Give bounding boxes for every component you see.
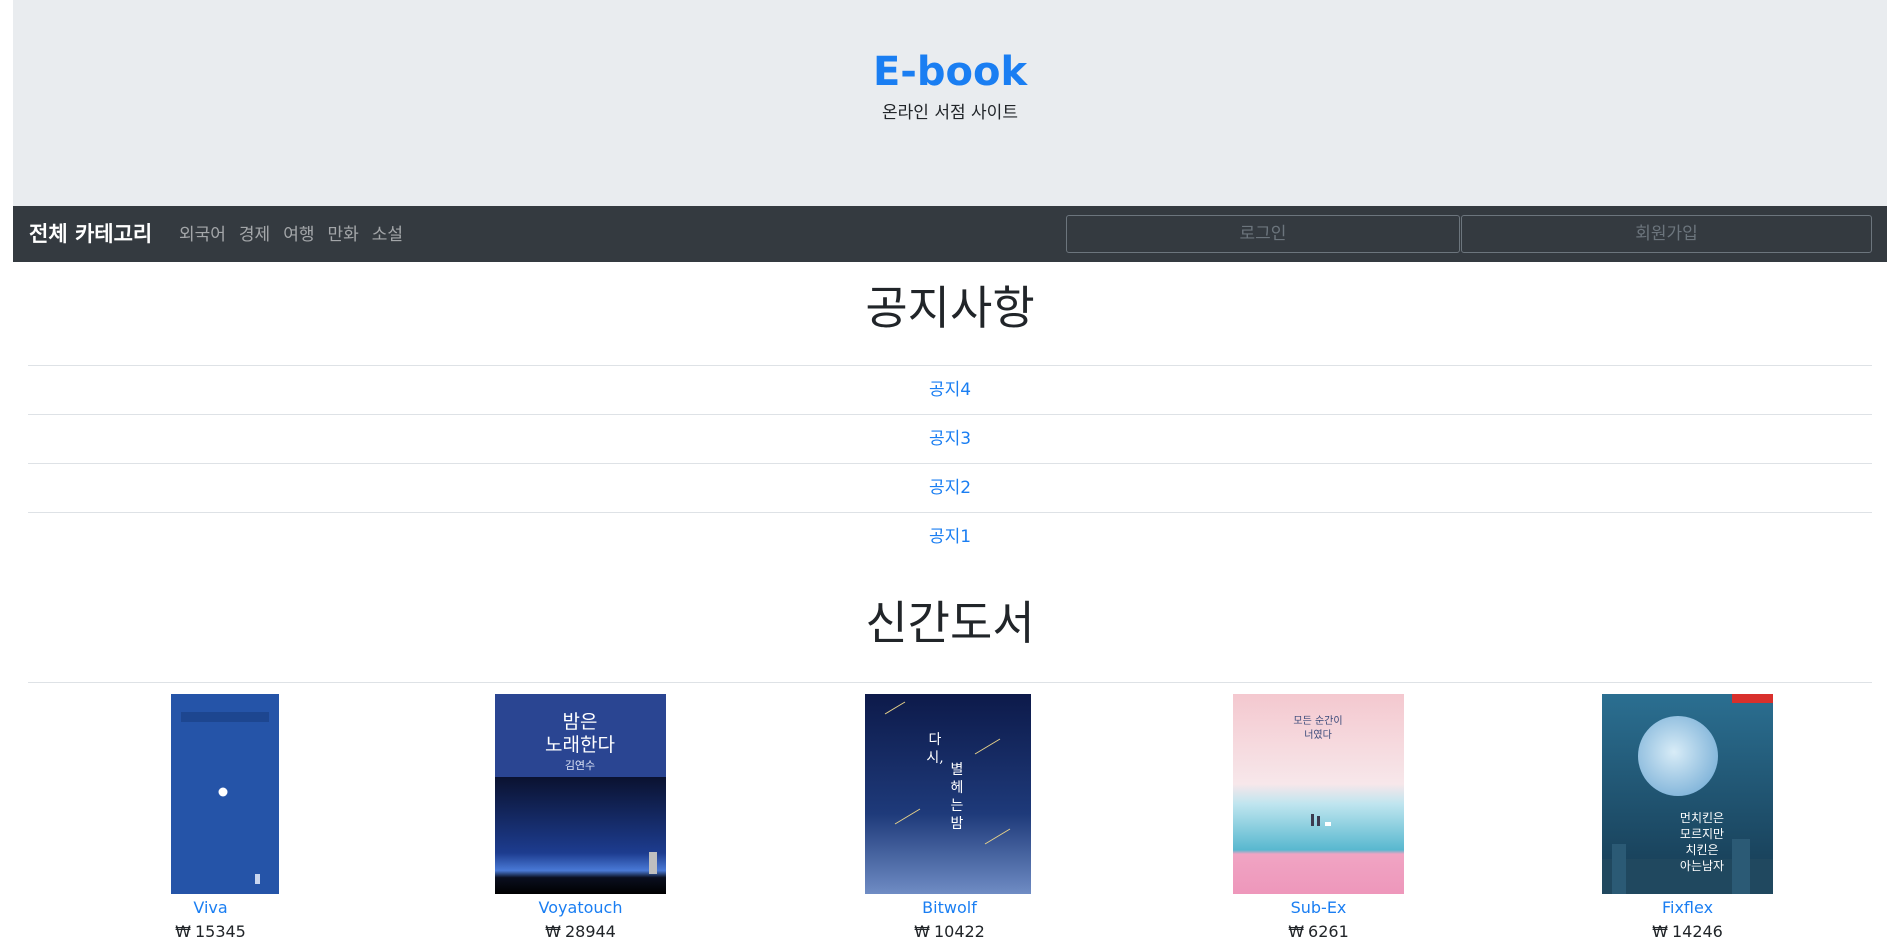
notice-section-title: 공지사항 — [865, 281, 1035, 335]
currency-symbol: ₩ — [914, 922, 930, 941]
cover-author: 김연수 — [565, 759, 595, 772]
book-cover-image[interactable]: 다 시, 별 헤 는 밤 — [865, 694, 1031, 894]
cover-title-vertical: 헤 — [951, 780, 964, 796]
cover-title-line2: 노래한다 — [545, 734, 615, 756]
book-cover-image[interactable]: 먼치킨은 모르지만 치킨은 아는남자 — [1602, 694, 1773, 894]
notice-link[interactable]: 공지4 — [929, 380, 971, 400]
book-cover-image[interactable]: 밤은 노래한다 김연수 — [495, 694, 666, 894]
book-price-value: 6261 — [1308, 922, 1349, 941]
book-price-value: 28944 — [564, 922, 616, 941]
book-price: ₩10422 — [765, 921, 1134, 943]
book-price-value: 10422 — [933, 922, 985, 941]
book-cover-art: 밤은 노래한다 김연수 — [495, 694, 666, 894]
cover-title-vertical: 시, — [926, 750, 943, 766]
cover-title-vertical: 는 — [951, 798, 964, 814]
cover-title-line3: 치킨은 — [1685, 843, 1718, 857]
cover-title-line1: 모든 순간이 — [1293, 715, 1342, 727]
notice-row: 공지1 — [28, 512, 1872, 561]
category-link-travel[interactable]: 여행 — [283, 223, 314, 247]
book-title-link[interactable]: Sub-Ex — [1134, 897, 1503, 919]
currency-symbol: ₩ — [1288, 922, 1305, 941]
book-cover-art — [171, 694, 279, 894]
cover-title-vertical: 밤 — [951, 816, 964, 832]
login-button[interactable]: 로그인 — [1066, 215, 1460, 253]
book-cover-art: 모든 순간이 너였다 — [1233, 694, 1404, 894]
page: E-book 온라인 서점 사이트 전체 카테고리 외국어 경제 여행 만화 소… — [13, 0, 1887, 948]
book-cover-art: 먼치킨은 모르지만 치킨은 아는남자 — [1602, 694, 1773, 894]
book-cover-image[interactable]: 모든 순간이 너였다 — [1233, 694, 1404, 894]
book-title-link[interactable]: Fixflex — [1503, 897, 1872, 919]
category-links: 외국어 경제 여행 만화 소설 — [179, 223, 416, 247]
cover-title-line2: 모르지만 — [1680, 827, 1724, 841]
book-price-value: 15345 — [194, 922, 246, 941]
book-price-value: 14246 — [1671, 922, 1723, 941]
site-title-link[interactable]: E-book — [13, 46, 1887, 98]
category-link-economy[interactable]: 경제 — [239, 223, 270, 247]
category-link-foreign-language[interactable]: 외국어 — [179, 223, 226, 247]
book-title-link[interactable]: Viva — [26, 897, 395, 919]
cover-title-line4: 아는남자 — [1680, 859, 1724, 873]
book-cover-image[interactable] — [171, 694, 279, 894]
book-title-link[interactable]: Voyatouch — [396, 897, 765, 919]
book-price: ₩6261 — [1134, 921, 1503, 943]
navbar-brand[interactable]: 전체 카테고리 — [29, 220, 152, 248]
category-link-comics[interactable]: 만화 — [327, 223, 358, 247]
book-price: ₩28944 — [396, 921, 765, 943]
section-divider — [28, 682, 1872, 683]
notice-link[interactable]: 공지1 — [929, 527, 971, 547]
book-title-link[interactable]: Bitwolf — [765, 897, 1134, 919]
book-price: ₩14246 — [1503, 921, 1872, 943]
notice-link[interactable]: 공지2 — [929, 478, 971, 498]
notice-row: 공지2 — [28, 463, 1872, 512]
currency-symbol: ₩ — [1652, 922, 1668, 941]
book-price: ₩15345 — [26, 921, 395, 943]
notice-link[interactable]: 공지3 — [929, 429, 971, 449]
site-header: E-book 온라인 서점 사이트 — [13, 0, 1887, 206]
notice-list: 공지4 공지3 공지2 공지1 — [28, 365, 1872, 561]
notice-row: 공지3 — [28, 414, 1872, 463]
new-books-section-title: 신간도서 — [865, 596, 1035, 650]
cover-title-line2: 너였다 — [1304, 729, 1332, 741]
cover-title-vertical: 다 — [929, 732, 942, 748]
cover-title-line1: 밤은 — [563, 711, 598, 733]
site-subtitle: 온라인 서점 사이트 — [882, 103, 1018, 123]
cover-title-line1: 먼치킨은 — [1680, 811, 1724, 825]
category-link-novel[interactable]: 소설 — [372, 223, 403, 247]
signup-button[interactable]: 회원가입 — [1461, 215, 1872, 253]
notice-row: 공지4 — [28, 365, 1872, 414]
currency-symbol: ₩ — [545, 922, 561, 941]
navbar: 전체 카테고리 외국어 경제 여행 만화 소설 로그인 회원가입 — [13, 206, 1887, 262]
book-cover-art: 다 시, 별 헤 는 밤 — [865, 694, 1031, 894]
cover-title-vertical: 별 — [951, 762, 964, 778]
currency-symbol: ₩ — [175, 922, 191, 941]
